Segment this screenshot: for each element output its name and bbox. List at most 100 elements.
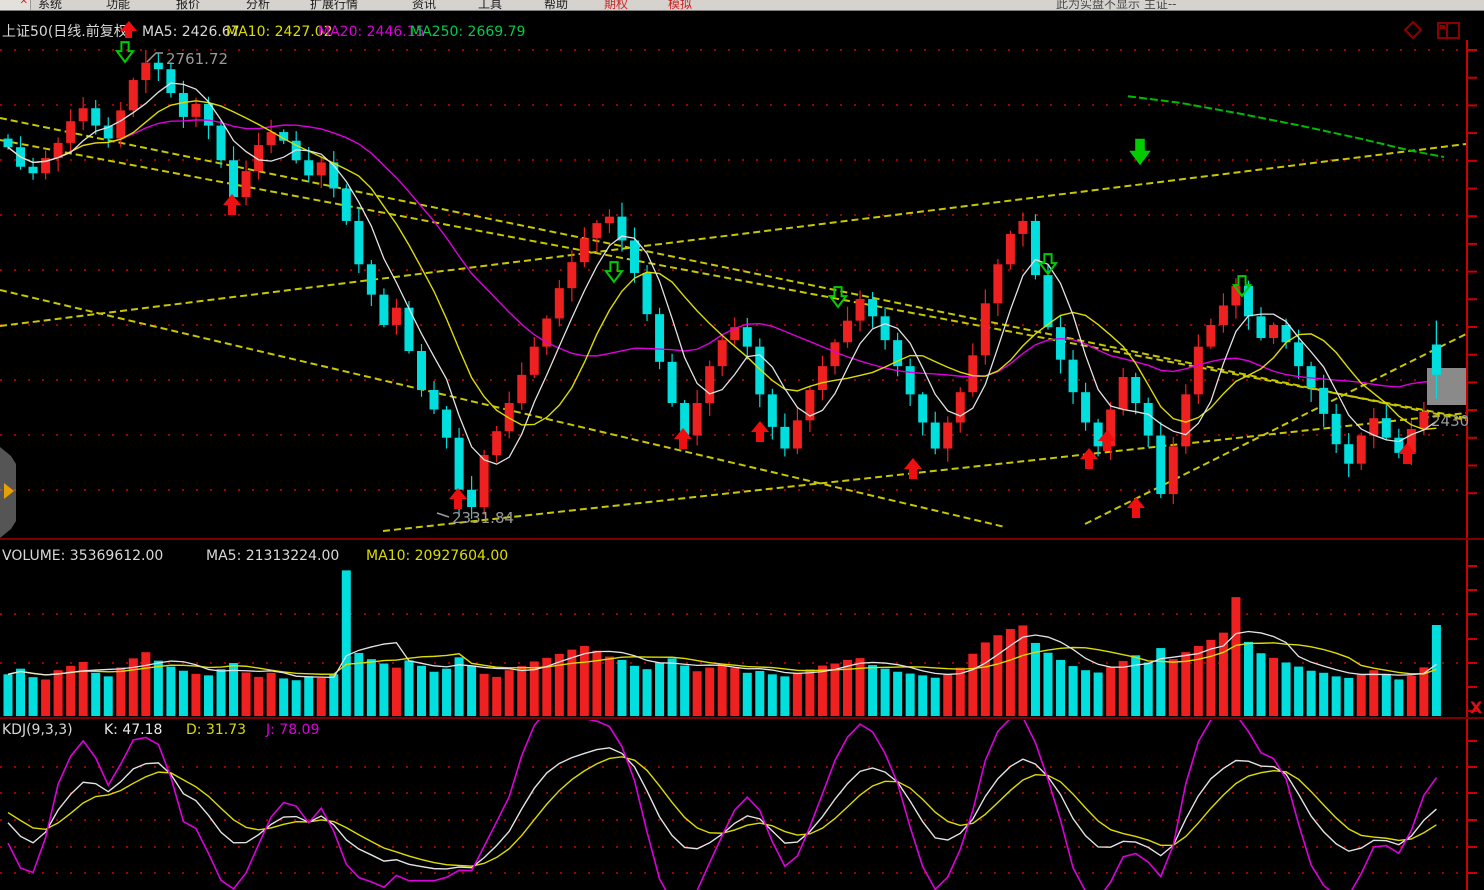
window-layout-icon[interactable]	[1438, 23, 1459, 38]
separator-main-volume	[0, 538, 1484, 540]
high-leader-line	[147, 53, 163, 62]
menu-item-quote[interactable]: 报价	[176, 0, 200, 11]
candle-body	[718, 340, 727, 366]
volume-bar	[104, 676, 113, 716]
volume-bar	[267, 673, 276, 716]
candle-body	[1194, 347, 1203, 395]
candle-body	[1344, 444, 1353, 464]
ma250-line	[1128, 96, 1444, 157]
volume-bar	[1407, 676, 1416, 716]
candle-body	[480, 455, 489, 507]
menu-item-extended-quote[interactable]: 扩展行情	[310, 0, 358, 11]
candle-body	[1119, 377, 1128, 410]
volume-bar	[680, 666, 689, 716]
volume-bar	[430, 672, 439, 716]
candle-body	[592, 223, 601, 238]
volume-bar	[931, 678, 940, 716]
candle-body	[179, 93, 188, 117]
volume-bar	[1282, 662, 1291, 716]
candle-body	[843, 321, 852, 343]
volume-bar	[730, 668, 739, 716]
price-axis-layer	[1467, 40, 1477, 890]
volume-bar	[1307, 671, 1316, 716]
volume-bar	[141, 652, 150, 716]
volume-bar	[1119, 661, 1128, 716]
volume-bar	[718, 664, 727, 716]
menu-item-system[interactable]: 系统	[38, 0, 62, 11]
candle-body	[830, 342, 839, 366]
ma20-value: MA20: 2446.15	[318, 24, 425, 40]
volume-bar	[1357, 674, 1366, 716]
volume-bar	[480, 674, 489, 716]
volume-bar	[329, 674, 338, 716]
candle-body	[856, 299, 865, 321]
candle-body	[918, 394, 927, 422]
volume-bar	[505, 670, 514, 716]
candle-body	[66, 121, 75, 143]
candle-body	[1043, 275, 1052, 327]
volume-bar	[981, 642, 990, 716]
candle-body	[1257, 316, 1266, 338]
menu-item-tools[interactable]: 工具	[478, 0, 502, 11]
volume-bar	[292, 680, 301, 716]
candle-body	[430, 390, 439, 410]
menu-item-options[interactable]: 期权	[604, 0, 628, 11]
app-logo-icon: ✕	[20, 0, 28, 7]
volume-bar	[242, 673, 251, 716]
menu-item-function[interactable]: 功能	[106, 0, 130, 11]
trendline[interactable]	[1085, 334, 1466, 524]
menu-item-news[interactable]: 资讯	[412, 0, 436, 11]
candle-body	[442, 410, 451, 438]
menu-item-analysis[interactable]: 分析	[246, 0, 270, 11]
menu-item-simulation[interactable]: 模拟	[668, 0, 692, 11]
volume-bar	[1294, 667, 1303, 716]
candle-body	[555, 288, 564, 318]
buy-signal-arrow-icon	[449, 488, 467, 509]
kdj-d-line	[8, 757, 1436, 866]
volume-bar	[1206, 640, 1215, 716]
candle-body	[768, 394, 777, 427]
volume-bar	[379, 664, 388, 716]
volume-bar	[16, 669, 25, 716]
volume-bar	[392, 668, 401, 716]
volume-bar	[367, 659, 376, 716]
candle-body	[492, 431, 501, 455]
gridlines-layer	[0, 50, 1467, 873]
candle-body	[342, 188, 351, 221]
ma10-value: MA10: 2427.02	[226, 24, 333, 40]
volume-bar	[968, 654, 977, 716]
volume-ma5-value: MA5: 21313224.00	[206, 548, 339, 564]
candle-body	[1169, 446, 1178, 494]
volume-bar	[881, 669, 890, 716]
menu-item-help[interactable]: 帮助	[544, 0, 568, 11]
volume-bar	[956, 668, 965, 716]
volume-bar	[191, 674, 200, 716]
close-pane-button[interactable]: X	[1470, 698, 1483, 717]
candle-body	[1144, 403, 1153, 436]
candle-body	[116, 110, 125, 138]
low-leader-line	[437, 513, 449, 517]
volume-bar	[1169, 659, 1178, 716]
volume-bar	[705, 668, 714, 716]
volume-bar	[1269, 658, 1278, 716]
diamond-icon[interactable]	[1405, 22, 1421, 38]
volume-bar	[755, 671, 764, 716]
volume-bar	[1106, 667, 1115, 716]
candle-body	[1319, 388, 1328, 414]
tdx-stock-app: { "menu": { "items": ["系统", "功能", "报价", …	[0, 0, 1484, 890]
volume-bar	[217, 669, 226, 716]
separator-volume-kdj	[0, 717, 1484, 719]
volume-bar	[617, 660, 626, 716]
left-panel-handle[interactable]	[0, 447, 16, 538]
candle-body	[1006, 234, 1015, 264]
volume-bar	[467, 666, 476, 716]
candle-body	[1018, 221, 1027, 234]
volume-bar	[1244, 642, 1253, 716]
candle-body	[1031, 221, 1040, 275]
volume-layer	[4, 570, 1441, 716]
candle-body	[630, 240, 639, 273]
candle-body	[317, 162, 326, 175]
app-logo[interactable]: ✕	[0, 0, 31, 10]
trendline[interactable]	[383, 413, 1466, 531]
candle-body	[455, 438, 464, 490]
